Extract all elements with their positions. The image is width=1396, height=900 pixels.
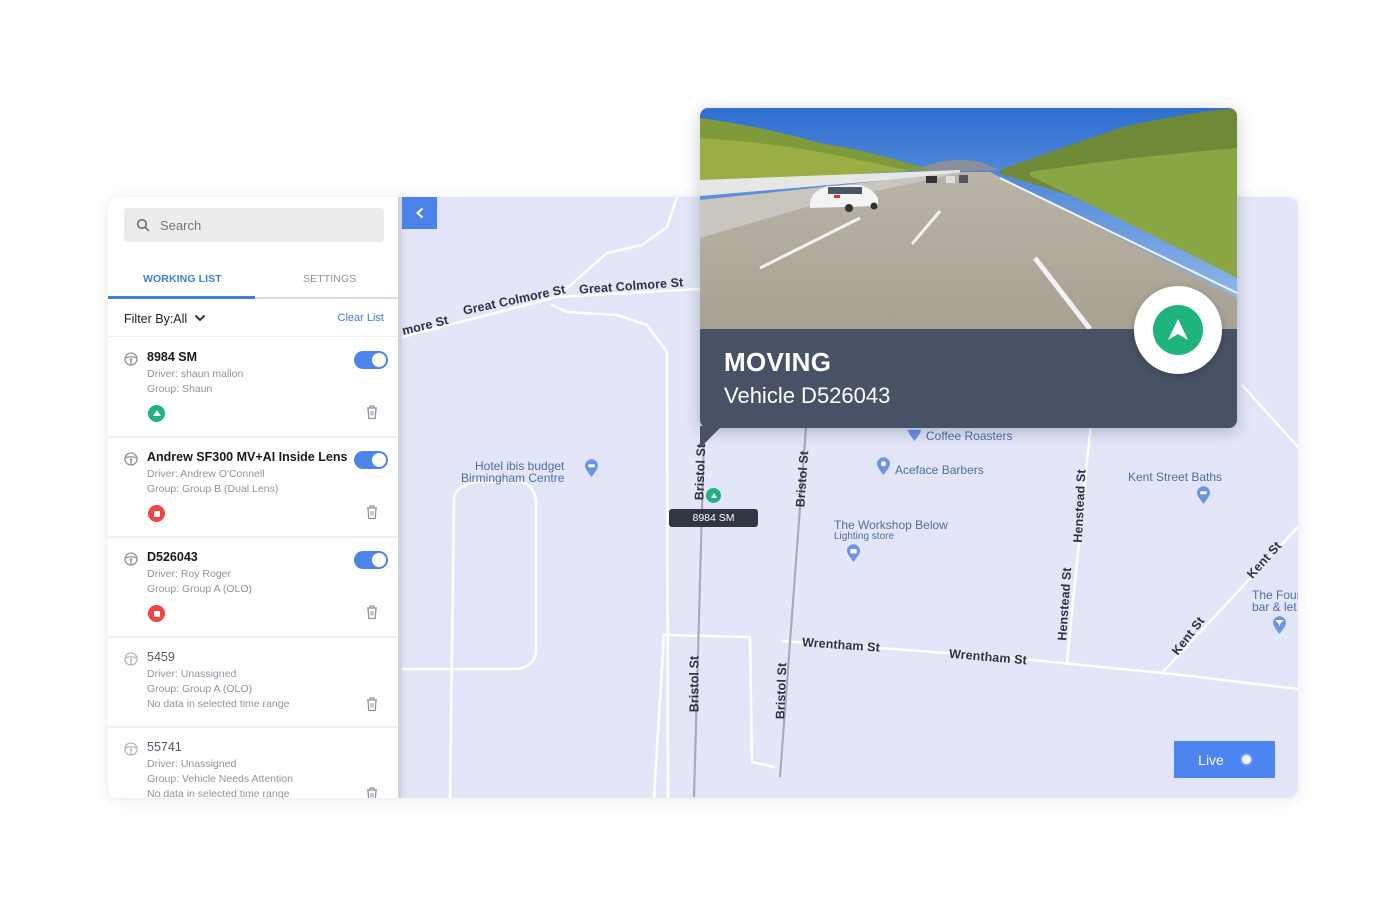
filter-row: Filter By:All Clear List	[108, 301, 401, 337]
chevron-left-icon	[415, 207, 423, 219]
live-label: Live	[1198, 751, 1224, 768]
poi-hotel[interactable]: Hotel ibis budget Birmingham Centre	[461, 460, 564, 484]
tab-working-list[interactable]: WORKING LIST	[143, 273, 222, 285]
vehicle-map-marker[interactable]	[706, 488, 721, 503]
vehicle-name: 55741	[147, 740, 182, 754]
vehicle-group: Group: Vehicle Needs Attention	[147, 773, 293, 785]
active-tab-indicator	[108, 296, 255, 299]
popup-pointer	[700, 426, 722, 448]
tracking-toggle[interactable]	[354, 351, 388, 369]
vehicle-id: Vehicle D526043	[724, 383, 891, 408]
vehicle-name: D526043	[147, 550, 198, 564]
barbers-pin-icon[interactable]	[876, 457, 891, 476]
vehicle-sidebar: WORKING LIST SETTINGS Filter By:All Clea…	[108, 197, 402, 798]
search-icon	[136, 218, 150, 232]
trash-icon[interactable]	[365, 696, 379, 712]
steering-wheel-icon	[124, 742, 138, 756]
steering-wheel-icon	[124, 452, 138, 466]
steering-wheel-icon	[124, 552, 138, 566]
vehicle-list-item[interactable]: 55741 Driver: Unassigned Group: Vehicle …	[108, 728, 401, 798]
vehicle-driver: Driver: Andrew O'Connell	[147, 468, 265, 480]
stopped-status-icon	[148, 505, 165, 522]
chevron-down-icon[interactable]	[194, 312, 206, 324]
navigation-arrow-icon	[1153, 305, 1203, 355]
vehicle-driver: Driver: Roy Roger	[147, 568, 232, 580]
trash-icon[interactable]	[365, 786, 379, 798]
poi-category: Lighting store	[834, 531, 895, 542]
vehicle-list-item[interactable]: 5459 Driver: Unassigned Group: Group A (…	[108, 638, 401, 728]
poi-bar[interactable]: The Four bar & let	[1252, 589, 1298, 613]
vehicle-list-item[interactable]: Andrew SF300 MV+AI Inside Lens Driver: A…	[108, 438, 401, 538]
moving-status-icon	[148, 405, 165, 422]
hotel-pin-icon[interactable]	[584, 459, 599, 478]
vehicle-driver: Driver: Unassigned	[147, 668, 237, 680]
poi-aceface-barbers[interactable]: Aceface Barbers	[895, 464, 984, 476]
vehicle-list-item[interactable]: 8984 SM Driver: shaun mallon Group: Shau…	[108, 338, 401, 438]
poi-coffee-roasters[interactable]: Coffee Roasters	[926, 430, 1013, 442]
steering-wheel-icon	[124, 652, 138, 666]
poi-name: bar & let	[1252, 600, 1297, 614]
poi-kent-street-baths[interactable]: Kent Street Baths	[1128, 471, 1222, 483]
trash-icon[interactable]	[365, 604, 379, 620]
vehicle-driver: Driver: shaun mallon	[147, 368, 244, 380]
street-label: Bristol St	[773, 662, 790, 720]
poi-name: Birmingham Centre	[461, 471, 565, 485]
tab-settings[interactable]: SETTINGS	[303, 273, 356, 285]
store-pin-icon[interactable]	[846, 544, 861, 563]
vehicle-driver: Driver: Unassigned	[147, 758, 237, 770]
trash-icon[interactable]	[365, 404, 379, 420]
sidebar-scrollbar[interactable]	[398, 197, 401, 798]
trash-icon[interactable]	[365, 504, 379, 520]
search-input[interactable]	[160, 217, 360, 233]
vehicle-status: MOVING	[724, 347, 832, 377]
vehicle-list-item[interactable]: D526043 Driver: Roy Roger Group: Group A…	[108, 538, 401, 638]
vehicle-group: Group: Group A (OLO)	[147, 683, 253, 695]
vehicle-name: 8984 SM	[147, 350, 198, 364]
vehicle-name: 5459	[147, 650, 175, 664]
vehicle-group: Group: Group B (Dual Lens)	[147, 483, 279, 495]
search-box[interactable]	[124, 208, 384, 242]
tab-bar: WORKING LIST SETTINGS	[108, 267, 401, 299]
poi-name: The Workshop Below	[834, 518, 948, 532]
vehicle-info-popup[interactable]: MOVING Vehicle D526043	[700, 108, 1237, 448]
live-button[interactable]: Live	[1174, 741, 1275, 778]
baths-pin-icon[interactable]	[1196, 486, 1211, 505]
vehicle-group: Group: Shaun	[147, 383, 213, 395]
live-indicator-icon	[1241, 755, 1251, 764]
vehicle-name: Andrew SF300 MV+AI Inside Lens	[147, 450, 348, 464]
clear-list-link[interactable]: Clear List	[338, 312, 384, 324]
vehicle-note: No data in selected time range	[147, 698, 290, 710]
moving-status-badge	[1134, 286, 1222, 374]
filter-dropdown[interactable]: Filter By:All	[124, 312, 187, 326]
vehicle-group: Group: Group A (OLO)	[147, 583, 253, 595]
vehicle-list: 8984 SM Driver: shaun mallon Group: Shau…	[108, 338, 401, 798]
bar-pin-icon[interactable]	[1272, 616, 1287, 635]
tracking-toggle[interactable]	[354, 551, 388, 569]
street-label: Bristol St	[687, 655, 702, 713]
poi-workshop-below[interactable]: The Workshop Below Lighting store	[834, 519, 948, 543]
vehicle-note: No data in selected time range	[147, 788, 290, 798]
vehicle-map-label[interactable]: 8984 SM	[669, 509, 758, 527]
collapse-sidebar-button[interactable]	[402, 197, 437, 229]
steering-wheel-icon	[124, 352, 138, 366]
stopped-status-icon	[148, 605, 165, 622]
tracking-toggle[interactable]	[354, 451, 388, 469]
